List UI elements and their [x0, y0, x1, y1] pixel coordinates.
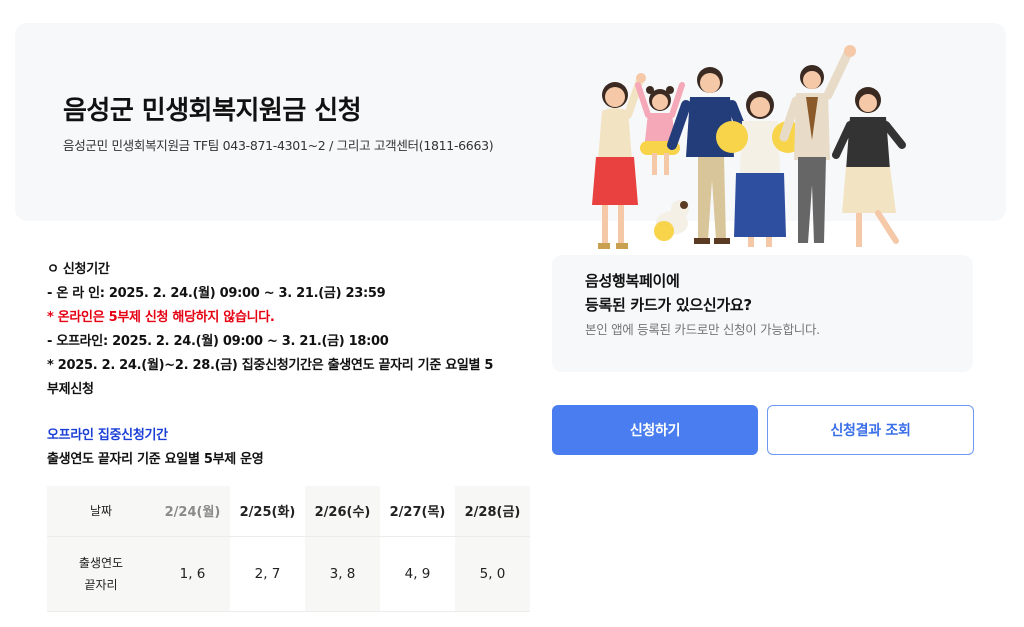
- schedule-table: 날짜 2/24(월) 2/25(화) 2/26(수) 2/27(목) 2/28(…: [47, 486, 530, 612]
- check-result-button[interactable]: 신청결과 조회: [767, 405, 974, 455]
- digit-cell: 3, 8: [305, 536, 380, 612]
- payment-card-notice: 음성행복페이에 등록된 카드가 있으신가요? 본인 앱에 등록된 카드로만 신청…: [552, 255, 973, 372]
- date-cell: 2/26(수): [305, 486, 380, 537]
- period-heading: ㅇ 신청기간: [47, 262, 110, 277]
- online-period: - 온 라 인: 2025. 2. 24.(월) 09:00 ~ 3. 21.(…: [47, 286, 386, 301]
- digit-label-line1: 출생연도: [78, 555, 124, 570]
- digit-cell: 4, 9: [380, 536, 455, 612]
- date-cell: 2/27(목): [380, 486, 455, 537]
- offline-focus-heading: 오프라인 집중신청기간: [47, 428, 168, 443]
- digit-cell: 1, 6: [155, 536, 230, 612]
- digit-cell: 5, 0: [455, 536, 530, 612]
- offline-period: - 오프라인: 2025. 2. 24.(월) 09:00 ~ 3. 21.(금…: [47, 334, 389, 349]
- woman-left-figure: [592, 73, 646, 249]
- dog-figure: [654, 200, 689, 241]
- contact-subtitle: 음성군민 민생회복지원금 TF팀 043-871-4301~2 / 그리고 고객…: [63, 138, 494, 153]
- focus-notice-line2: 부제신청: [47, 382, 94, 397]
- application-info: ㅇ 신청기간 - 온 라 인: 2025. 2. 24.(월) 09:00 ~ …: [47, 258, 527, 472]
- card-notice-title: 음성행복페이에 등록된 카드가 있으신가요?: [585, 269, 752, 317]
- digit-cell: 2, 7: [230, 536, 305, 612]
- online-notice: * 온라인은 5부제 신청 해당하지 않습니다.: [47, 310, 275, 325]
- card-title-line2: 등록된 카드가 있으신가요?: [585, 296, 752, 314]
- offline-focus-desc: 출생연도 끝자리 기준 요일별 5부제 운영: [47, 452, 264, 467]
- date-label-cell: 날짜: [47, 486, 155, 537]
- date-cell: 2/25(화): [230, 486, 305, 537]
- digit-label-line2: 끝자리: [84, 577, 118, 592]
- schedule-digit-row: 출생연도 끝자리 1, 6 2, 7 3, 8 4, 9 5, 0: [47, 536, 530, 612]
- family-celebrating-illustration: [592, 45, 906, 249]
- focus-notice-line1: * 2025. 2. 24.(월)~2. 28.(금) 집중신청기간은 출생연도…: [47, 358, 494, 373]
- card-title-line1: 음성행복페이에: [585, 272, 680, 290]
- date-cell: 2/28(금): [455, 486, 530, 537]
- apply-button[interactable]: 신청하기: [552, 405, 758, 455]
- digit-label-cell: 출생연도 끝자리: [47, 536, 155, 612]
- card-notice-desc: 본인 앱에 등록된 카드로만 신청이 가능합니다.: [585, 322, 820, 337]
- schedule-header-row: 날짜 2/24(월) 2/25(화) 2/26(수) 2/27(목) 2/28(…: [47, 486, 530, 537]
- woman-right-figure: [832, 87, 906, 247]
- date-cell: 2/24(월): [155, 486, 230, 537]
- page-title: 음성군 민생회복지원금 신청: [63, 96, 362, 126]
